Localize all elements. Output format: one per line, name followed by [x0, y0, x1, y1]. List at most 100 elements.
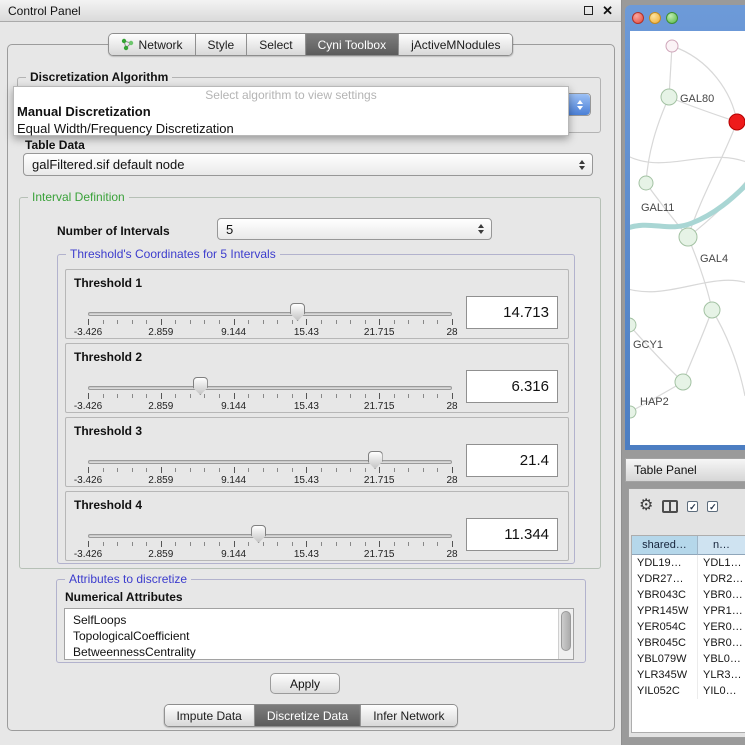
threshold-value-field[interactable]: 14.713	[466, 296, 558, 329]
close-icon[interactable]: ✕	[602, 4, 613, 17]
tick-mark	[234, 393, 235, 399]
slider-track[interactable]	[88, 534, 452, 538]
table-rows: YDL19…YDL1…YDR27…YDR2…YBR043CYBR0…YPR145…	[632, 555, 745, 699]
threshold-value-field[interactable]: 6.316	[466, 370, 558, 403]
table-cell[interactable]: YBR045C	[632, 635, 698, 651]
scale-label: 21.715	[364, 475, 395, 486]
scrollbar-thumb[interactable]	[561, 611, 571, 651]
number-of-intervals-select[interactable]: 5	[217, 218, 492, 240]
table-cell[interactable]: YIL0…	[698, 683, 745, 699]
tab-select[interactable]: Select	[247, 34, 305, 55]
network-canvas[interactable]: GAL80 GAL11 GAL4 GCY1 HAP2	[630, 31, 745, 445]
slider-track[interactable]	[88, 386, 452, 390]
threshold-label: Threshold 4	[74, 498, 142, 512]
table-cell[interactable]: YPR1…	[698, 603, 745, 619]
network-graph[interactable]: GAL80 GAL11 GAL4 GCY1 HAP2	[630, 31, 745, 445]
column-header-shared-name[interactable]: shared…	[632, 536, 698, 555]
tick-mark	[321, 542, 322, 546]
column-header-name[interactable]: n…	[698, 536, 745, 555]
attributes-group: Attributes to discretize Numerical Attri…	[56, 579, 586, 663]
tab-impute-data[interactable]: Impute Data	[164, 705, 254, 726]
checkbox-icon[interactable]: ✓	[707, 501, 718, 512]
threshold-value-field[interactable]: 11.344	[466, 518, 558, 551]
tab-infer-network[interactable]: Infer Network	[361, 705, 456, 726]
attribute-list-item[interactable]: TopologicalCoefficient	[65, 628, 573, 644]
tab-jactivemodules[interactable]: jActiveMNodules	[399, 34, 512, 55]
close-traffic-light-icon[interactable]	[632, 12, 644, 24]
control-panel-titlebar[interactable]: Control Panel ✕	[0, 0, 621, 22]
tick-mark	[423, 542, 424, 546]
tab-cyni-toolbox[interactable]: Cyni Toolbox	[306, 34, 399, 55]
table-cell[interactable]: YLR3…	[698, 667, 745, 683]
table-row[interactable]: YDR27…YDR2…	[632, 571, 745, 587]
table-data-select[interactable]: galFiltered.sif default node	[23, 153, 593, 176]
tick-mark	[117, 542, 118, 546]
table-row[interactable]: YIL052CYIL0…	[632, 683, 745, 699]
tick-mark	[306, 319, 307, 325]
table-row[interactable]: YBR045CYBR0…	[632, 635, 745, 651]
threshold-panel: Threshold 2 -3.4262.8599.14415.4321.7152…	[65, 343, 569, 413]
columns-icon[interactable]	[662, 500, 678, 513]
gear-icon[interactable]: ⚙	[639, 498, 653, 514]
table-row[interactable]: YBR043CYBR0…	[632, 587, 745, 603]
tick-mark	[263, 468, 264, 472]
attribute-list-item[interactable]: SelfLoops	[65, 612, 573, 628]
node-gal11	[639, 176, 653, 190]
tick-mark	[350, 468, 351, 472]
threshold-slider[interactable]: -3.4262.8599.14415.4321.71528	[88, 522, 452, 562]
tick-mark	[452, 319, 453, 325]
dropdown-option-manual-discretization[interactable]: Manual Discretization	[14, 103, 568, 120]
table-row[interactable]: YLR345WYLR3…	[632, 667, 745, 683]
tab-style[interactable]: Style	[196, 34, 248, 55]
table-cell[interactable]: YDR27…	[632, 571, 698, 587]
table-cell[interactable]: YBL079W	[632, 651, 698, 667]
threshold-slider[interactable]: -3.4262.8599.14415.4321.71528	[88, 374, 452, 414]
table-cell[interactable]: YER054C	[632, 619, 698, 635]
threshold-label: Threshold 1	[74, 276, 142, 290]
tick-mark	[234, 319, 235, 325]
group-title: Discretization Algorithm	[26, 70, 172, 84]
network-view-window[interactable]: GAL80 GAL11 GAL4 GCY1 HAP2	[625, 5, 745, 450]
table-row[interactable]: YBL079WYBL0…	[632, 651, 745, 667]
vertical-scrollbar[interactable]	[558, 609, 573, 659]
node-label: GAL11	[641, 202, 674, 214]
minimize-traffic-light-icon[interactable]	[649, 12, 661, 24]
table-row[interactable]: YPR145WYPR1…	[632, 603, 745, 619]
table-cell[interactable]: YBR0…	[698, 587, 745, 603]
table-cell[interactable]: YDL19…	[632, 555, 698, 571]
tick-mark	[437, 542, 438, 546]
table-row[interactable]: YDL19…YDL1…	[632, 555, 745, 571]
table-cell[interactable]: YBR0…	[698, 635, 745, 651]
tab-discretize-data[interactable]: Discretize Data	[255, 705, 361, 726]
threshold-slider[interactable]: -3.4262.8599.14415.4321.71528	[88, 300, 452, 340]
tick-mark	[292, 542, 293, 546]
tick-mark	[365, 542, 366, 546]
tick-mark	[379, 541, 380, 547]
tick-mark	[161, 467, 162, 473]
table-cell[interactable]: YER0…	[698, 619, 745, 635]
float-window-icon[interactable]	[584, 6, 593, 15]
tick-mark	[132, 394, 133, 398]
threshold-value-field[interactable]: 21.4	[466, 444, 558, 477]
dropdown-option-equal-width[interactable]: Equal Width/Frequency Discretization	[14, 120, 568, 137]
zoom-traffic-light-icon[interactable]	[666, 12, 678, 24]
tab-network[interactable]: Network	[109, 34, 196, 55]
table-cell[interactable]: YPR145W	[632, 603, 698, 619]
slider-track[interactable]	[88, 312, 452, 316]
table-cell[interactable]: YDL1…	[698, 555, 745, 571]
threshold-panel: Threshold 1 -3.4262.8599.14415.4321.7152…	[65, 269, 569, 339]
checkbox-icon[interactable]: ✓	[687, 501, 698, 512]
apply-button[interactable]: Apply	[270, 673, 340, 694]
attribute-list-item[interactable]: BetweennessCentrality	[65, 644, 573, 660]
threshold-slider[interactable]: -3.4262.8599.14415.4321.71528	[88, 448, 452, 488]
table-cell[interactable]: YDR2…	[698, 571, 745, 587]
slider-track[interactable]	[88, 460, 452, 464]
table-cell[interactable]: YBR043C	[632, 587, 698, 603]
table-panel-titlebar[interactable]: Table Panel	[625, 458, 745, 482]
scale-label: -3.426	[74, 549, 102, 560]
table-row[interactable]: YER054CYER0…	[632, 619, 745, 635]
table-cell[interactable]: YBL0…	[698, 651, 745, 667]
table-cell[interactable]: YLR345W	[632, 667, 698, 683]
scale-label: 28	[446, 475, 457, 486]
table-cell[interactable]: YIL052C	[632, 683, 698, 699]
